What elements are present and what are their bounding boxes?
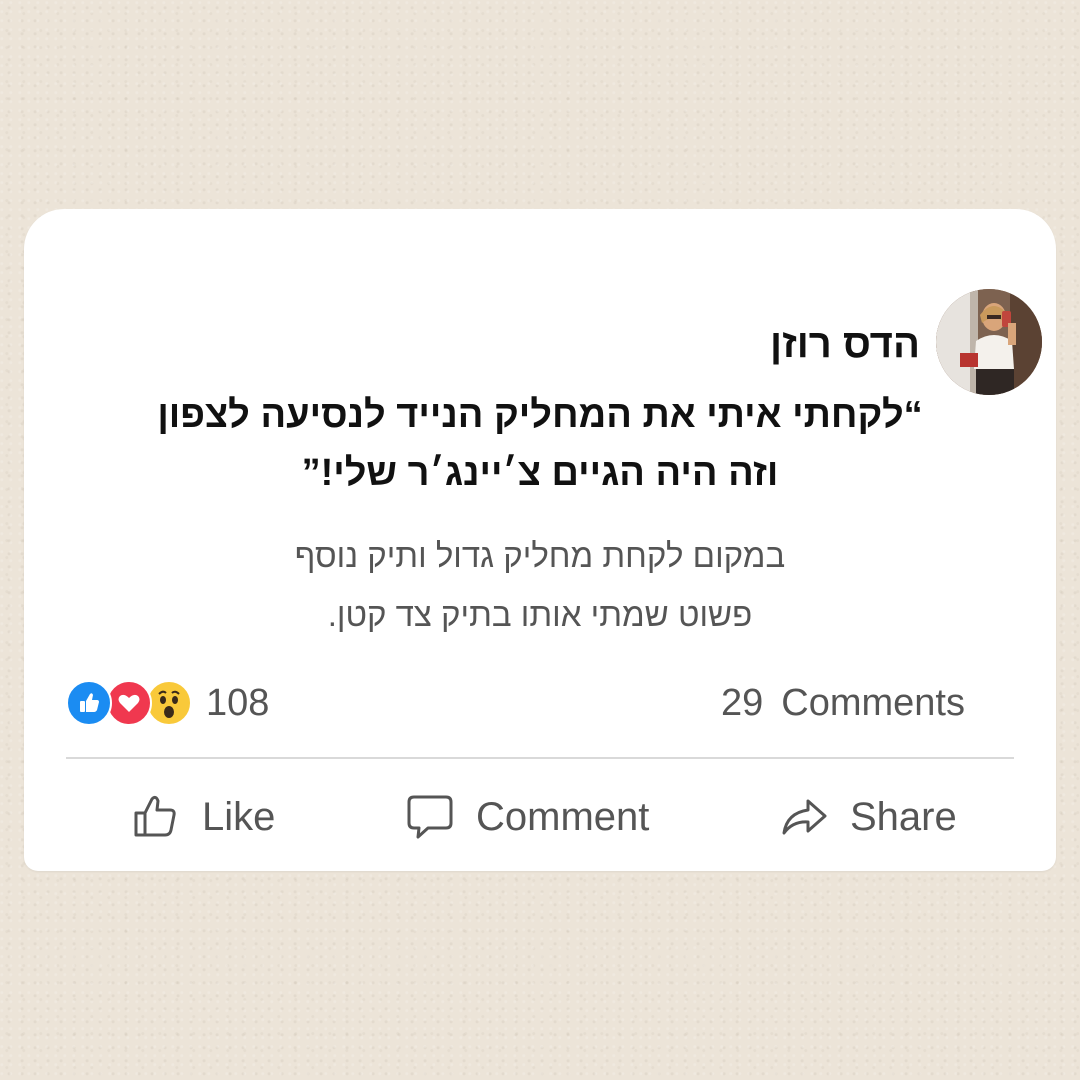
post-body-line-1: במקום לקחת מחליק גדול ותיק נוסף (294, 537, 786, 574)
comment-button[interactable]: Comment (406, 789, 649, 845)
comments-label: Comments (781, 682, 965, 724)
post-headline-line-2: וזה היה הגיים צ׳יינג׳ר שלי!” (301, 452, 779, 494)
share-arrow-icon (782, 799, 827, 835)
comment-label: Comment (476, 795, 650, 839)
profile-photo-icon (936, 289, 1042, 395)
like-reaction-icon (66, 680, 112, 726)
love-reaction-icon (106, 680, 152, 726)
share-button[interactable]: Share (780, 789, 957, 845)
reactions-summary[interactable]: 108 (66, 679, 269, 727)
thumbs-up-icon (134, 795, 176, 837)
comments-count-link[interactable]: 29 Comments (721, 679, 965, 727)
comment-count: 29 (721, 682, 764, 724)
like-button[interactable]: Like (132, 789, 275, 845)
author-name[interactable]: הדס רוזן (770, 321, 920, 367)
wow-reaction-icon (146, 680, 192, 726)
reaction-count: 108 (206, 682, 270, 724)
post-body-line-2: פשוט שמתי אותו בתיק צד קטן. (327, 596, 753, 633)
post-headline-line-1: “לקחתי איתי את המחליק הנייד לנסיעה לצפון (157, 394, 923, 436)
like-label: Like (202, 795, 276, 839)
author-avatar[interactable] (936, 289, 1042, 395)
share-label: Share (850, 795, 957, 839)
divider (66, 757, 1014, 759)
post-card: הדס רוזן “לקחתי איתי את המחליק הנייד לנס… (24, 209, 1056, 871)
speech-bubble-icon (407, 795, 453, 839)
